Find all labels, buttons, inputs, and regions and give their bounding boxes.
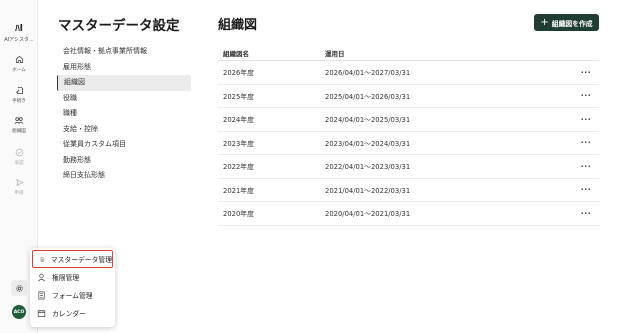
table-row[interactable]: 2023年度 2023/04/01〜2024/03/31 ··· xyxy=(218,132,599,155)
sidebar-item-position[interactable]: 役職 xyxy=(57,91,191,107)
menu-item-label: 権限管理 xyxy=(52,274,80,282)
sidebar-item-closing-payment[interactable]: 締日支払形態 xyxy=(57,168,191,184)
sidebar-title: マスターデータ設定 xyxy=(58,18,180,34)
menu-item-permissions[interactable]: 権限管理 xyxy=(30,268,115,286)
rail-item-home[interactable]: ホーム xyxy=(0,55,38,73)
more-options-icon[interactable]: ··· xyxy=(573,68,599,77)
plus-icon: + xyxy=(540,16,549,28)
logo-mark: ﾊl xyxy=(15,24,23,34)
rail-item-send[interactable]: 申請 xyxy=(0,178,38,196)
column-header-name: 組織図名 xyxy=(223,50,249,58)
more-options-icon[interactable]: ··· xyxy=(573,115,599,124)
table-row[interactable]: 2025年度 2025/04/01〜2026/03/31 ··· xyxy=(218,85,599,108)
settings-button[interactable] xyxy=(11,280,27,296)
more-options-icon[interactable]: ··· xyxy=(573,209,599,218)
menu-item-label: マスターデータ管理 xyxy=(50,256,112,264)
operation-period-cell: 2025/04/01〜2026/03/31 xyxy=(325,92,411,101)
table-row[interactable]: 2021年度 2021/04/01〜2022/03/31 ··· xyxy=(218,179,599,202)
menu-item-master-data[interactable]: マスターデータ管理 xyxy=(32,250,113,268)
table-row[interactable]: 2020年度 2020/04/01〜2021/03/31 ··· xyxy=(218,202,599,226)
rail-item-label: 手続き xyxy=(12,99,26,104)
document-icon xyxy=(40,256,45,262)
app-logo[interactable]: ﾊl AIアシスタ... xyxy=(0,24,38,43)
menu-item-forms[interactable]: フォーム管理 xyxy=(30,286,115,304)
table-row[interactable]: 2026年度 2026/04/01〜2027/03/31 ··· xyxy=(218,61,599,85)
table-row[interactable]: 2024年度 2024/04/01〜2025/03/31 ··· xyxy=(218,108,599,132)
rail-item-approval[interactable]: 承認 xyxy=(0,148,38,166)
calendar-icon xyxy=(37,309,46,317)
org-chart-icon xyxy=(14,117,24,124)
gear-icon xyxy=(15,284,23,292)
rail-item-label: ホーム xyxy=(12,68,26,73)
rail-item-label: 組織図 xyxy=(12,129,26,134)
form-icon xyxy=(38,291,45,299)
avatar[interactable]: ACO xyxy=(12,305,26,319)
app-name: AIアシスタ... xyxy=(4,37,34,43)
settings-menu: 会社情報・拠点事業所情報 雇用形態 組織図 役職 職種 支給・控除 従業員カスタ… xyxy=(57,44,191,184)
org-chart-name-cell: 2026年度 xyxy=(223,69,254,78)
rail-item-procedure[interactable]: 手続き xyxy=(0,86,38,104)
org-chart-name-cell: 2020年度 xyxy=(223,210,254,219)
rail-item-org-chart[interactable]: 組織図 xyxy=(0,116,38,134)
sidebar-item-employment-type[interactable]: 雇用形態 xyxy=(57,60,191,76)
org-chart-name-cell: 2022年度 xyxy=(223,163,254,172)
menu-item-label: カレンダー xyxy=(52,310,86,318)
procedure-icon xyxy=(15,86,23,95)
more-options-icon[interactable]: ··· xyxy=(573,162,599,171)
table-header: 組織図名 運用日 xyxy=(218,46,599,61)
page-title: 組織図 xyxy=(218,18,258,33)
org-chart-table: 組織図名 運用日 2026年度 2026/04/01〜2027/03/31 ··· 2… xyxy=(218,46,599,226)
org-chart-name-cell: 2021年度 xyxy=(223,186,254,195)
column-header-period: 運用日 xyxy=(325,50,345,58)
send-icon xyxy=(15,178,24,187)
more-options-icon[interactable]: ··· xyxy=(573,185,599,194)
settings-popup-menu: マスターデータ管理 権限管理 フォーム管理 カレンダー xyxy=(30,248,115,327)
operation-period-cell: 2023/04/01〜2024/03/31 xyxy=(325,139,411,148)
rail-item-label: 承認 xyxy=(14,161,24,166)
user-icon xyxy=(38,273,45,281)
operation-period-cell: 2021/04/01〜2022/03/31 xyxy=(325,186,411,195)
sidebar-item-custom-fields[interactable]: 従業員カスタム項目 xyxy=(57,137,191,153)
sidebar-item-job-type[interactable]: 職種 xyxy=(57,106,191,122)
approval-icon xyxy=(15,148,23,157)
sidebar-item-company[interactable]: 会社情報・拠点事業所情報 xyxy=(57,44,191,60)
menu-item-calendar[interactable]: カレンダー xyxy=(30,304,115,322)
home-icon xyxy=(15,55,23,64)
org-chart-name-cell: 2024年度 xyxy=(223,116,254,125)
sidebar-item-payment-deduction[interactable]: 支給・控除 xyxy=(57,122,191,138)
create-button-label: 組織図を作成 xyxy=(551,19,593,28)
sidebar-item-work-pattern[interactable]: 勤務形態 xyxy=(57,153,191,169)
menu-item-label: フォーム管理 xyxy=(52,292,93,300)
operation-period-cell: 2024/04/01〜2025/03/31 xyxy=(325,116,411,125)
org-chart-name-cell: 2025年度 xyxy=(223,92,254,101)
more-options-icon[interactable]: ··· xyxy=(573,138,599,147)
operation-period-cell: 2022/04/01〜2023/03/31 xyxy=(325,163,411,172)
create-org-chart-button[interactable]: + 組織図を作成 xyxy=(534,14,599,31)
sidebar-item-org-chart[interactable]: 組織図 xyxy=(57,75,191,91)
table-row[interactable]: 2022年度 2022/04/01〜2023/03/31 ··· xyxy=(218,155,599,179)
operation-period-cell: 2026/04/01〜2027/03/31 xyxy=(325,69,411,78)
operation-period-cell: 2020/04/01〜2021/03/31 xyxy=(325,210,411,219)
org-chart-name-cell: 2023年度 xyxy=(223,139,254,148)
rail-item-label: 申請 xyxy=(14,191,24,196)
more-options-icon[interactable]: ··· xyxy=(573,91,599,100)
